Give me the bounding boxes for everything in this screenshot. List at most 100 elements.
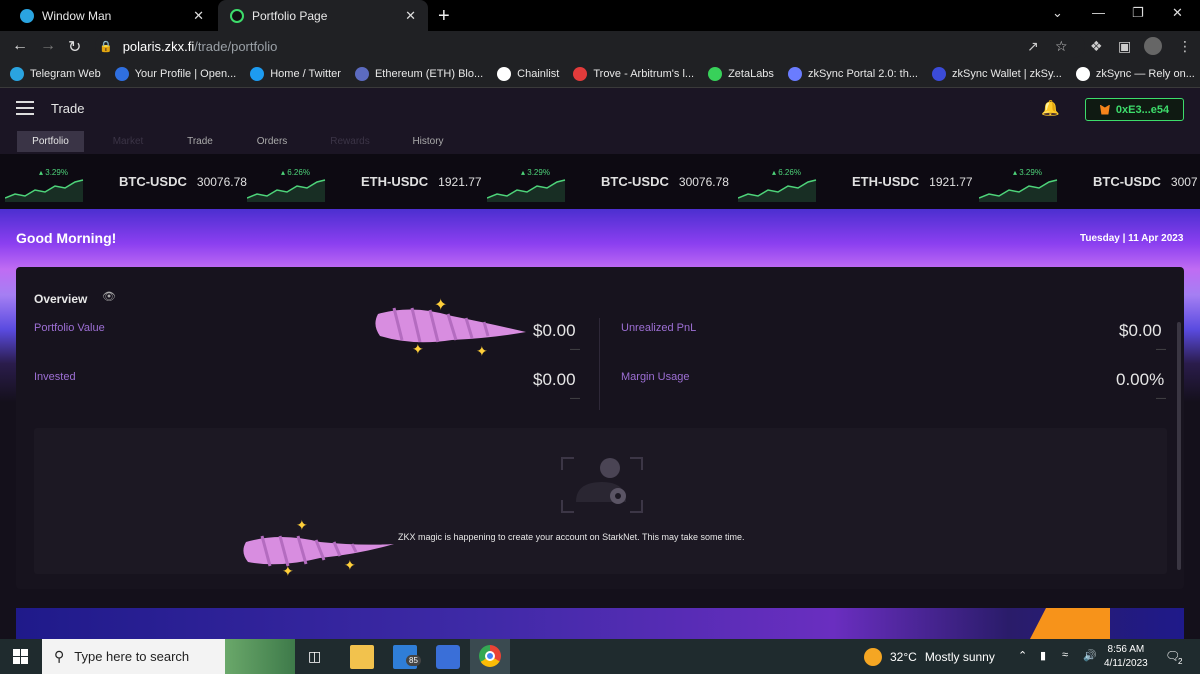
bookmark-star-icon[interactable]: ☆: [1055, 38, 1068, 55]
ticker-item[interactable]: ▴ 6.26% ETH-USDC 1921.77: [247, 154, 504, 209]
sparkline-icon: [738, 178, 817, 202]
zkx-favicon-icon: [230, 8, 244, 23]
reload-icon[interactable]: ↻: [68, 37, 81, 57]
notification-bell-icon[interactable]: 🔔: [1041, 99, 1060, 117]
svg-text:✦: ✦: [434, 295, 447, 314]
browser-tab-portfolio[interactable]: Portfolio Page ✕: [218, 0, 428, 31]
zksync-wallet-icon: [932, 67, 946, 81]
ticker-pair: ETH-USDC: [361, 174, 429, 189]
ticker-pair: BTC-USDC: [601, 174, 669, 189]
greeting-text: Good Morning!: [16, 230, 117, 246]
account-creation-message: ZKX magic is happening to create your ac…: [398, 532, 745, 542]
url-path: /trade/portfolio: [194, 38, 278, 54]
forward-icon[interactable]: →: [40, 37, 56, 55]
close-window-button[interactable]: ✕: [1172, 5, 1183, 21]
unicorn-horn-loader-icon: ✦ ✦ ✦: [243, 518, 394, 580]
ticker-item[interactable]: ▴ 3.29% BTC-USDC 30076.78: [487, 154, 751, 209]
invested-dash: —: [570, 393, 580, 404]
extensions-icon[interactable]: ❖: [1090, 38, 1103, 55]
hamburger-menu-icon[interactable]: [16, 101, 34, 115]
sparkline-chart: ▴ 3.29%: [5, 162, 93, 202]
tab-close-icon[interactable]: ✕: [405, 8, 416, 24]
microsoft-store-icon[interactable]: [436, 645, 460, 669]
zksync-icon: [787, 67, 802, 81]
sparkline-chart: ▴ 3.29%: [979, 162, 1067, 202]
sparkline-chart: ▴ 3.29%: [487, 162, 575, 202]
file-explorer-icon[interactable]: [350, 645, 374, 669]
taskbar-search-box[interactable]: ⚲ Type here to search: [42, 639, 295, 674]
bookmark-zksync-rely[interactable]: zkSync — Rely on...: [1075, 67, 1195, 81]
eye-visibility-icon[interactable]: 👁: [102, 290, 116, 303]
address-bar[interactable]: 🔒 polaris.zkx.fi /trade/portfolio: [95, 34, 1085, 58]
back-icon[interactable]: ←: [12, 37, 28, 55]
minimize-button[interactable]: —: [1092, 5, 1105, 20]
wallet-address-button[interactable]: 0xE3...e54: [1085, 98, 1184, 121]
ticker-pair: ETH-USDC: [852, 174, 920, 189]
app-title: Trade: [51, 101, 85, 116]
profile-avatar[interactable]: [1144, 37, 1162, 55]
tab-orders[interactable]: Orders: [242, 131, 302, 152]
weather-widget[interactable]: 32°C Mostly sunny: [864, 648, 995, 666]
mail-badge: 85: [406, 655, 421, 666]
zksync-rely-icon: [1075, 67, 1090, 81]
tab-rewards[interactable]: Rewards: [318, 131, 382, 152]
sparkline-icon: [487, 178, 566, 202]
unrealized-pnl-label: Unrealized PnL: [621, 322, 697, 334]
weather-temp: 32°C: [890, 650, 917, 664]
ticker-item[interactable]: ▴ 3.29% BTC-USDC 3007: [979, 154, 1200, 209]
chrome-taskbar-button[interactable]: [470, 639, 510, 674]
ticker-item[interactable]: ▴ 3.29% BTC-USDC 30076.78: [5, 154, 269, 209]
battery-icon[interactable]: ▮: [1040, 649, 1046, 662]
portfolio-value-label: Portfolio Value: [34, 322, 105, 334]
search-icon: ⚲: [54, 648, 65, 664]
ticker-item[interactable]: ▴ 6.26% ETH-USDC 1921.77: [738, 154, 995, 209]
ticker-pair: BTC-USDC: [1093, 174, 1161, 189]
unrealized-pnl-value: $0.00: [1119, 321, 1162, 340]
bookmark-zetalabs[interactable]: ZetaLabs: [708, 67, 774, 81]
tab-search-icon[interactable]: ⌄: [1052, 5, 1063, 21]
zetalabs-icon: [708, 67, 723, 81]
windows-start-icon[interactable]: [13, 649, 28, 664]
chainlist-icon: [497, 67, 512, 81]
card-scrollbar[interactable]: [1177, 322, 1181, 570]
bookmarks-bar: Telegram Web Your Profile | Open... Home…: [0, 61, 1200, 88]
sun-icon: [864, 648, 882, 666]
new-tab-button[interactable]: +: [438, 5, 450, 28]
margin-usage-dash: —: [1156, 393, 1166, 404]
bookmark-twitter[interactable]: Home / Twitter: [250, 67, 341, 81]
wifi-icon[interactable]: ≈: [1062, 649, 1068, 661]
notifications-count: 2: [1178, 657, 1183, 666]
sidepanel-icon[interactable]: ▣: [1118, 38, 1131, 55]
sparkline-icon: [5, 178, 84, 202]
tab-market[interactable]: Market: [96, 131, 160, 152]
sparkline-chart: ▴ 6.26%: [738, 162, 826, 202]
share-icon[interactable]: ↗: [1027, 38, 1039, 55]
bookmark-etherscan[interactable]: Ethereum (ETH) Blo...: [354, 67, 483, 81]
task-view-icon[interactable]: ◫: [308, 648, 321, 665]
svg-text:✦: ✦: [476, 344, 488, 358]
tab-close-icon[interactable]: ✕: [193, 8, 204, 24]
bookmark-zksync-portal[interactable]: zkSync Portal 2.0: th...: [787, 67, 918, 81]
url-host: polaris.zkx.fi: [122, 38, 195, 54]
browser-tab-window-man[interactable]: Window Man ✕: [8, 0, 216, 31]
bookmark-chainlist[interactable]: Chainlist: [497, 67, 559, 81]
tray-clock[interactable]: 8:56 AM 4/11/2023: [1104, 643, 1148, 671]
tab-portfolio[interactable]: Portfolio: [17, 131, 84, 152]
sparkline-chart: ▴ 6.26%: [247, 162, 335, 202]
bookmark-trove[interactable]: Trove - Arbitrum's l...: [573, 67, 694, 81]
bookmark-telegram-web[interactable]: Telegram Web: [10, 67, 101, 81]
volume-icon[interactable]: 🔊: [1083, 649, 1097, 662]
price-ticker: ▴ 3.29% BTC-USDC 30076.78 ▴ 6.26% ETH-US…: [0, 154, 1200, 209]
maximize-button[interactable]: ❐: [1132, 5, 1144, 21]
tab-history[interactable]: History: [398, 131, 458, 152]
menu-kebab-icon[interactable]: ⋮: [1178, 38, 1192, 55]
trove-icon: [573, 67, 588, 81]
weather-text: Mostly sunny: [924, 650, 995, 664]
tray-chevron-icon[interactable]: ⌃: [1018, 649, 1027, 662]
unrealized-pnl-dash: —: [1156, 344, 1166, 355]
bookmark-your-profile[interactable]: Your Profile | Open...: [114, 67, 236, 81]
ticker-pair: BTC-USDC: [119, 174, 187, 189]
search-highlight-graphic: [225, 639, 295, 674]
tab-trade[interactable]: Trade: [170, 131, 230, 152]
bookmark-zksync-wallet[interactable]: zkSync Wallet | zkSy...: [932, 67, 1062, 81]
